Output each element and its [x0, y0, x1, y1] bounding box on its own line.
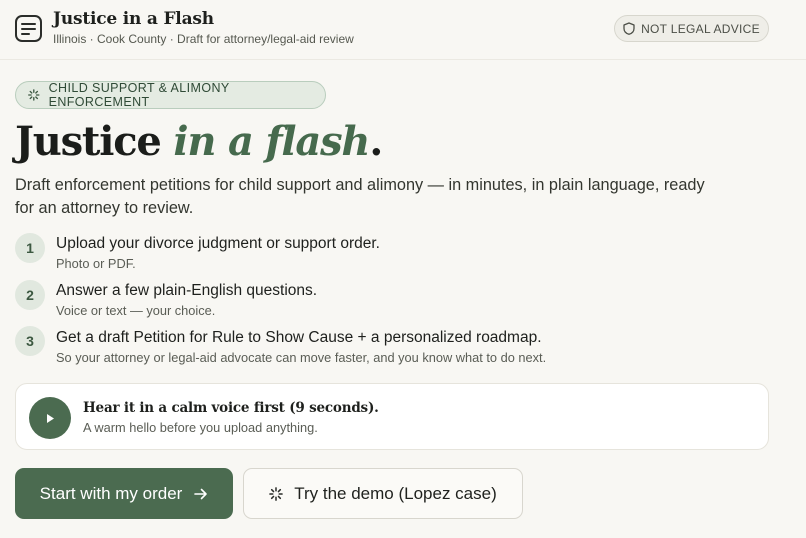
hero-title: Justice in a flash. [15, 118, 383, 165]
app-title: Justice in a Flash [53, 9, 214, 29]
document-lines-icon [15, 15, 42, 42]
category-pill: CHILD SUPPORT & ALIMONY ENFORCEMENT [15, 81, 326, 109]
arrow-right-icon [194, 488, 208, 499]
try-demo-button[interactable]: Try the demo (Lopez case) [243, 468, 523, 519]
not-legal-advice-badge: NOT LEGAL ADVICE [614, 15, 769, 42]
badge-label: NOT LEGAL ADVICE [641, 21, 760, 36]
step-3-number: 3 [15, 326, 45, 356]
start-button-label: Start with my order [39, 483, 183, 503]
step-1-subtitle: Photo or PDF. [56, 256, 136, 271]
step-1-title: Upload your divorce judgment or support … [56, 235, 380, 252]
spark-icon [269, 486, 284, 501]
step-2-subtitle: Voice or text — your choice. [56, 303, 216, 318]
voice-subtitle: A warm hello before you upload anything. [83, 420, 318, 435]
hero-description: Draft enforcement petitions for child su… [15, 176, 705, 217]
start-with-my-order-button[interactable]: Start with my order [15, 468, 233, 519]
step-1-number: 1 [15, 233, 45, 263]
category-label: CHILD SUPPORT & ALIMONY ENFORCEMENT [48, 81, 230, 109]
shield-icon [623, 22, 635, 35]
spark-icon [28, 89, 40, 101]
play-icon [47, 413, 54, 423]
app-subtitle: Illinois · Cook County · Draft for attor… [53, 32, 354, 46]
step-2-title: Answer a few plain-English questions. [56, 282, 318, 299]
step-3-subtitle: So your attorney or legal-aid advocate c… [56, 350, 547, 365]
demo-button-label: Try the demo (Lopez case) [294, 483, 497, 503]
voice-intro-card: Hear it in a calm voice first (9 seconds… [15, 383, 769, 450]
step-2-number: 2 [15, 280, 45, 310]
voice-title: Hear it in a calm voice first (9 seconds… [83, 400, 379, 416]
play-button[interactable] [29, 397, 71, 439]
step-3-title: Get a draft Petition for Rule to Show Ca… [56, 329, 542, 346]
top-header: Justice in a Flash Illinois · Cook Count… [0, 0, 806, 60]
